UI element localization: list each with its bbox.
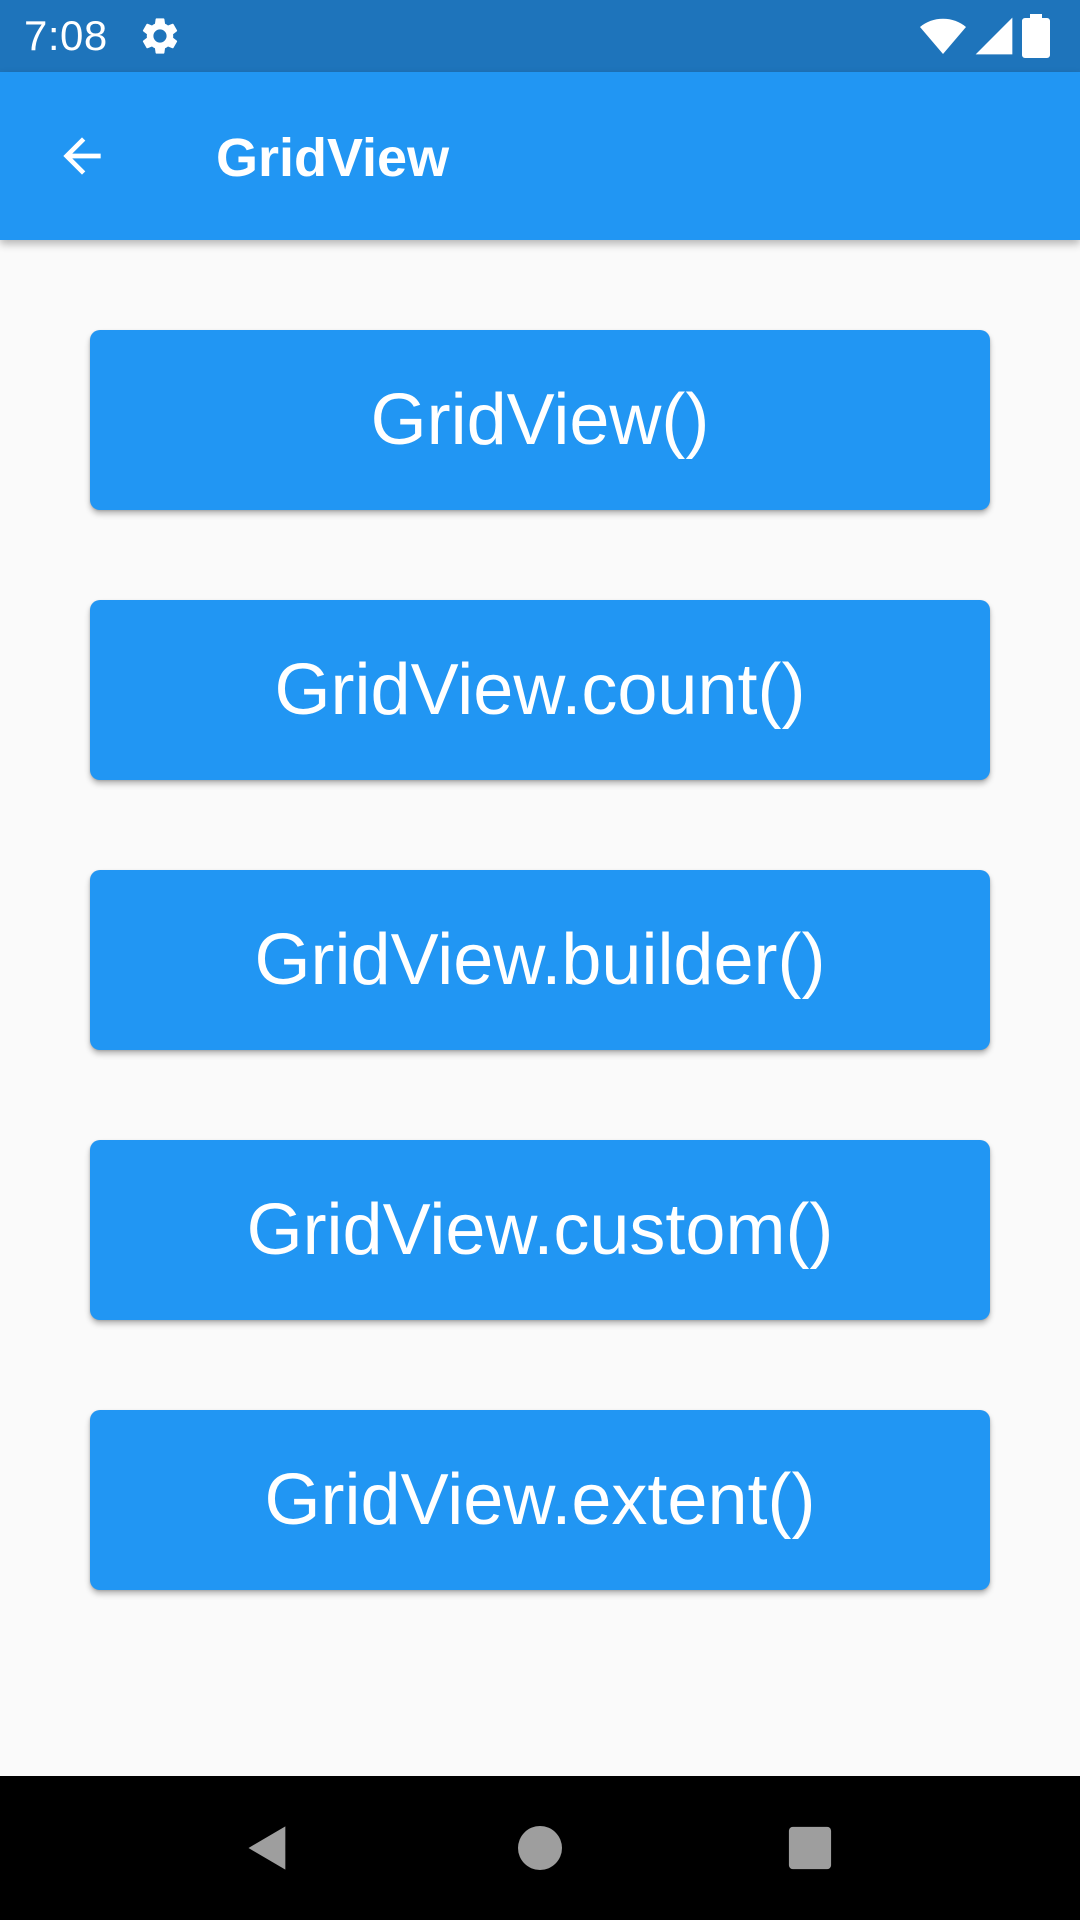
gridview-button[interactable]: GridView() — [90, 330, 990, 510]
button-label: GridView.builder() — [254, 920, 826, 1000]
recents-square-icon — [788, 1826, 832, 1870]
arrow-back-icon — [63, 137, 101, 175]
gridview-count-button[interactable]: GridView.count() — [90, 600, 990, 780]
gridview-custom-button[interactable]: GridView.custom() — [90, 1140, 990, 1320]
button-label: GridView.count() — [274, 650, 806, 730]
back-button[interactable] — [40, 114, 124, 198]
status-icons — [918, 12, 1058, 60]
status-bar: 7:08 — [0, 0, 1080, 72]
system-nav-bar — [0, 1776, 1080, 1920]
home-circle-icon — [518, 1826, 562, 1870]
gridview-builder-button[interactable]: GridView.builder() — [90, 870, 990, 1050]
button-label: GridView.extent() — [264, 1460, 816, 1540]
button-list: GridView() GridView.count() GridView.bui… — [0, 240, 1080, 1776]
wifi-icon — [920, 18, 966, 54]
battery-icon — [1022, 14, 1050, 58]
app-bar: GridView — [0, 72, 1080, 240]
nav-back-button[interactable] — [224, 1804, 312, 1892]
back-triangle-icon — [248, 1826, 286, 1870]
status-time: 7:08 — [24, 12, 108, 59]
button-label: GridView.custom() — [246, 1190, 834, 1270]
nav-recents-button[interactable] — [766, 1804, 854, 1892]
gear-icon — [138, 14, 182, 58]
page-title: GridView — [216, 128, 450, 188]
gridview-extent-button[interactable]: GridView.extent() — [90, 1410, 990, 1590]
nav-home-button[interactable] — [496, 1804, 584, 1892]
button-label: GridView() — [370, 380, 710, 460]
cell-signal-icon — [975, 17, 1013, 55]
